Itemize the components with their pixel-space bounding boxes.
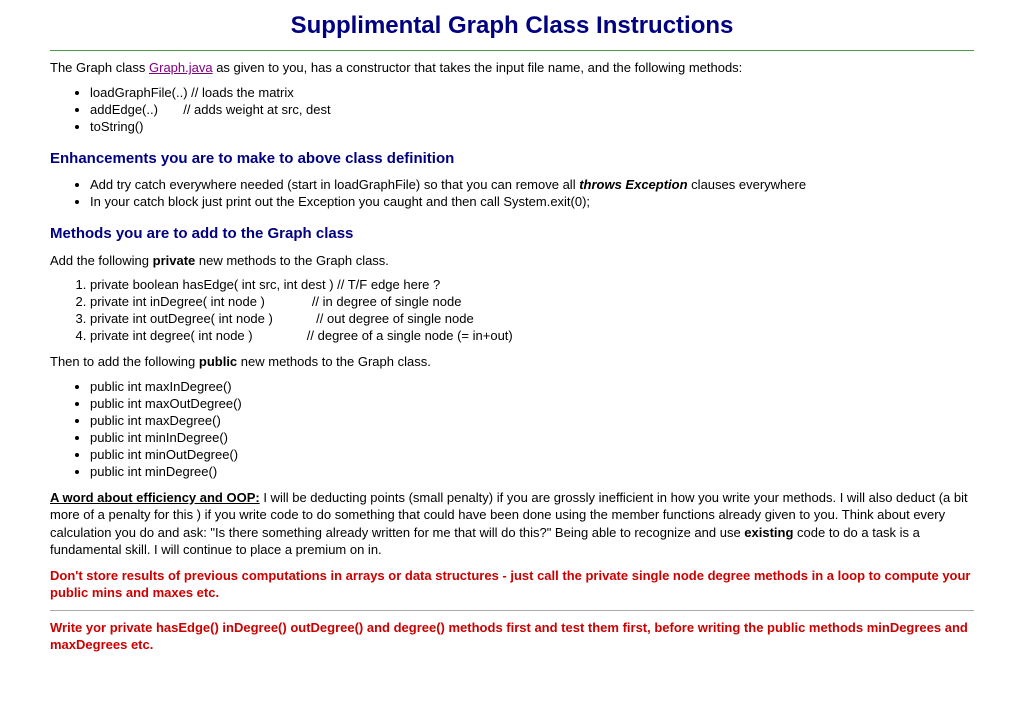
- public-bold: public: [199, 354, 237, 369]
- text: clauses everywhere: [688, 177, 807, 192]
- list-item: public int maxOutDegree(): [90, 396, 974, 411]
- divider-top: [50, 50, 974, 51]
- list-item: public int minDegree(): [90, 464, 974, 479]
- list-item: private int degree( int node ) // degree…: [90, 328, 974, 343]
- list-item: addEdge(..) // adds weight at src, dest: [90, 102, 974, 117]
- intro-pre: The Graph class: [50, 60, 149, 75]
- efficiency-label: A word about efficiency and OOP:: [50, 490, 260, 505]
- list-item: private boolean hasEdge( int src, int de…: [90, 277, 974, 292]
- existing-bold: existing: [744, 525, 793, 540]
- list-item: private int outDegree( int node ) // out…: [90, 311, 974, 326]
- public-intro: Then to add the following public new met…: [50, 353, 974, 371]
- list-item: private int inDegree( int node ) // in d…: [90, 294, 974, 309]
- enhancements-list: Add try catch everywhere needed (start i…: [50, 177, 974, 209]
- divider-mid: [50, 610, 974, 611]
- list-item: public int maxDegree(): [90, 413, 974, 428]
- text: Add try catch everywhere needed (start i…: [90, 177, 579, 192]
- list-item: public int minInDegree(): [90, 430, 974, 445]
- throws-exception-bold: throws Exception: [579, 177, 687, 192]
- private-methods-list: private boolean hasEdge( int src, int de…: [50, 277, 974, 343]
- list-item: loadGraphFile(..) // loads the matrix: [90, 85, 974, 100]
- warning-no-store: Don't store results of previous computat…: [50, 567, 974, 602]
- page-title: Supplimental Graph Class Instructions: [50, 12, 974, 40]
- enhancements-heading: Enhancements you are to make to above cl…: [50, 150, 974, 167]
- graph-java-link[interactable]: Graph.java: [149, 60, 213, 75]
- efficiency-paragraph: A word about efficiency and OOP: I will …: [50, 489, 974, 559]
- private-intro: Add the following private new methods to…: [50, 252, 974, 270]
- text: new methods to the Graph class.: [195, 253, 389, 268]
- list-item: public int minOutDegree(): [90, 447, 974, 462]
- text: Add the following: [50, 253, 153, 268]
- public-methods-list: public int maxInDegree() public int maxO…: [50, 379, 974, 479]
- intro-paragraph: The Graph class Graph.java as given to y…: [50, 59, 974, 77]
- list-item: toString(): [90, 119, 974, 134]
- private-bold: private: [153, 253, 196, 268]
- list-item: Add try catch everywhere needed (start i…: [90, 177, 974, 192]
- methods-heading: Methods you are to add to the Graph clas…: [50, 225, 974, 242]
- intro-post: as given to you, has a constructor that …: [213, 60, 743, 75]
- given-methods-list: loadGraphFile(..) // loads the matrix ad…: [50, 85, 974, 134]
- text: Then to add the following: [50, 354, 199, 369]
- list-item: public int maxInDegree(): [90, 379, 974, 394]
- text: new methods to the Graph class.: [237, 354, 431, 369]
- list-item: In your catch block just print out the E…: [90, 194, 974, 209]
- warning-write-first: Write yor private hasEdge() inDegree() o…: [50, 619, 974, 654]
